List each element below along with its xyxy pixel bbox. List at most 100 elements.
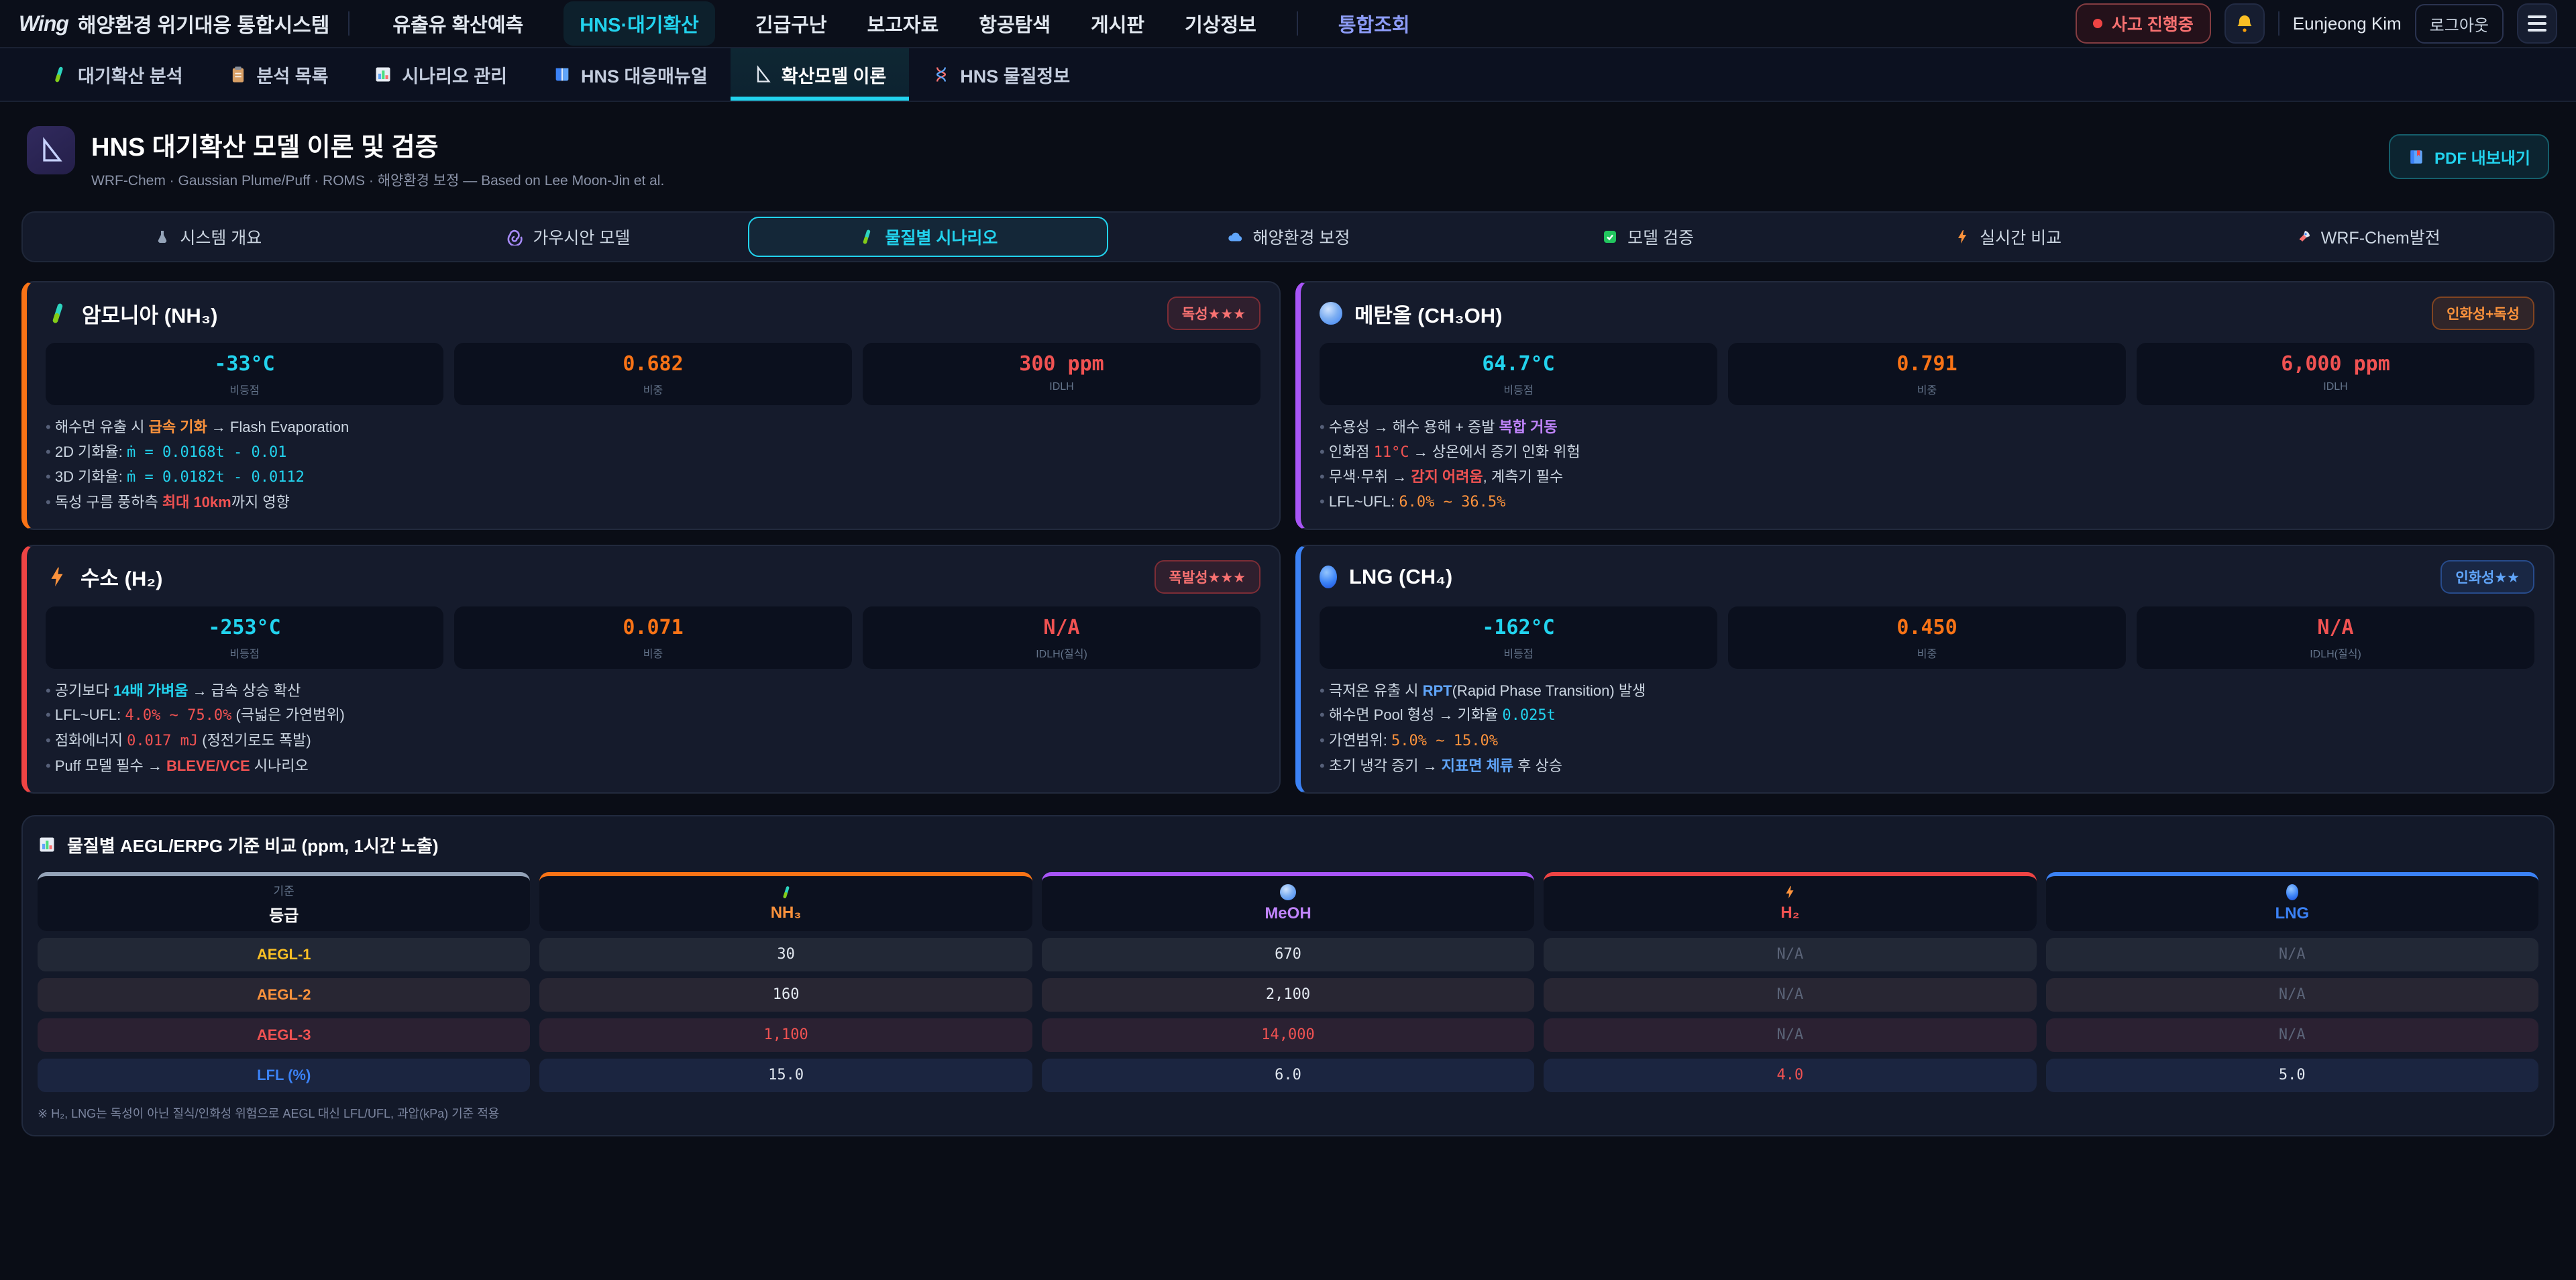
brand: Wing 해양환경 위기대응 통합시스템 [19, 9, 329, 38]
lng-orb-icon [1320, 566, 1337, 588]
cell-value: N/A [2046, 938, 2538, 971]
subtab-analysis-list[interactable]: 분석 목록 [206, 48, 352, 101]
bullet-item: 해수면 유출 시 급속 기화 → Flash Evaporation [46, 417, 1260, 437]
set-square-icon [753, 65, 772, 84]
test-tube-icon [50, 65, 68, 84]
cell-value: 4.0 [1544, 1059, 2036, 1092]
card-ammonia: 암모니아 (NH₃) 독성★★★ -33°C비등점 0.682비중 300 pp… [21, 281, 1281, 530]
top-navbar: Wing 해양환경 위기대응 통합시스템 유출유 확산예측 HNS·대기확산 긴… [0, 0, 2576, 48]
sub-navbar: 대기확산 분석 분석 목록 시나리오 관리 HNS 대응매뉴얼 확산모델 이론 … [0, 48, 2576, 102]
subtab-diffusion-model-theory[interactable]: 확산모델 이론 [731, 48, 910, 101]
bullet-item: 수용성 → 해수 용해 + 증발 복합 거동 [1320, 417, 2534, 437]
flask-icon [154, 229, 170, 245]
app-root: Wing 해양환경 위기대응 통합시스템 유출유 확산예측 HNS·대기확산 긴… [0, 0, 2576, 1280]
header-lng: LNG [2046, 872, 2538, 931]
main-menu: 유출유 확산예측 HNS·대기확산 긴급구난 보고자료 항공탐색 게시판 기상정… [392, 1, 1409, 46]
bullet-item: LFL~UFL: 6.0% ~ 36.5% [1320, 492, 2534, 513]
tab-wrf-chem-advancement[interactable]: WRF-Chem발전 [2188, 217, 2548, 257]
hazard-badge: 인화성+독성 [2432, 297, 2534, 330]
bullet-item: 점화에너지 0.017 mJ (정전기로도 폭발) [46, 731, 1260, 751]
stat-specific-gravity: 0.450비중 [1728, 606, 2126, 669]
table-row-lfl: LFL (%) 15.0 6.0 4.0 5.0 [38, 1059, 2538, 1092]
menu-button[interactable] [2517, 3, 2557, 44]
molecule-orb-icon [1320, 302, 1342, 325]
cell-value: N/A [2046, 1018, 2538, 1052]
book-icon [553, 65, 572, 84]
table-header-row: 기준 등급 NH₃ MeOH H₂ LNG [38, 872, 2538, 931]
spiral-icon [506, 228, 523, 246]
bullet-item: 해수면 Pool 형성 → 기화율 0.025t [1320, 705, 2534, 726]
lightning-icon [1782, 885, 1797, 900]
lightning-icon [1954, 229, 1970, 245]
nav-item-emergency[interactable]: 긴급구난 [755, 9, 827, 38]
cloud-icon [1226, 228, 1244, 246]
nav-item-hns-diffusion[interactable]: HNS·대기확산 [564, 1, 715, 46]
header-h2: H₂ [1544, 872, 2036, 931]
stat-idlh: N/AIDLH(질식) [2137, 606, 2534, 669]
tab-gaussian-model[interactable]: 가우시안 모델 [388, 217, 749, 257]
pdf-export-button[interactable]: PDF 내보내기 [2389, 134, 2549, 179]
clipboard-icon [229, 65, 248, 84]
cell-value: 14,000 [1042, 1018, 1534, 1052]
stat-boiling-point: 64.7°C비등점 [1320, 343, 1717, 405]
cell-value: 6.0 [1042, 1059, 1534, 1092]
incident-status-badge: 사고 진행중 [2076, 3, 2211, 44]
tab-system-overview[interactable]: 시스템 개요 [28, 217, 388, 257]
page-title-block: HNS 대기확산 모델 이론 및 검증 WRF-Chem · Gaussian … [91, 126, 664, 190]
subtab-scenario-management[interactable]: 시나리오 관리 [351, 48, 530, 101]
header-meoh: MeOH [1042, 872, 1534, 931]
bullet-item: 초기 냉각 증기 → 지표면 체류 후 상승 [1320, 756, 2534, 776]
bar-chart-icon [374, 65, 392, 84]
table-title: 물질별 AEGL/ERPG 기준 비교 (ppm, 1시간 노출) [38, 833, 2538, 857]
table-row-aegl1: AEGL-1 30 670 N/A N/A [38, 938, 2538, 971]
bullet-item: 무색·무취 → 감지 어려움, 계측기 필수 [1320, 467, 2534, 487]
nav-right: 사고 진행중 Eunjeong Kim 로그아웃 [2076, 3, 2557, 44]
lightning-icon [46, 566, 68, 588]
tab-marine-environment-correction[interactable]: 해양환경 보정 [1108, 217, 1468, 257]
test-tube-icon [779, 885, 794, 900]
table-row-aegl2: AEGL-2 160 2,100 N/A N/A [38, 978, 2538, 1012]
notifications-button[interactable] [2224, 3, 2265, 44]
tab-substance-scenarios[interactable]: 물질별 시나리오 [748, 217, 1108, 257]
logout-button[interactable]: 로그아웃 [2415, 4, 2504, 44]
cell-value: 30 [539, 938, 1032, 971]
hazard-badge: 인화성★★ [2440, 560, 2534, 594]
bullet-item: 3D 기화율: ṁ = 0.0182t - 0.0112 [46, 467, 1260, 488]
hazard-badge: 폭발성★★★ [1155, 560, 1260, 594]
table-footnote: ※ H₂, LNG는 독성이 아닌 질식/인화성 위험으로 AEGL 대신 LF… [38, 1104, 2538, 1122]
nav-item-board[interactable]: 게시판 [1091, 9, 1144, 38]
nav-item-weather[interactable]: 기상정보 [1185, 9, 1256, 38]
nav-item-oil-spill[interactable]: 유출유 확산예측 [392, 9, 523, 38]
cell-value: N/A [2046, 978, 2538, 1012]
cell-value: 1,100 [539, 1018, 1032, 1052]
tab-model-validation[interactable]: 모델 검증 [1468, 217, 1828, 257]
page-header: HNS 대기확산 모델 이론 및 검증 WRF-Chem · Gaussian … [0, 102, 2576, 203]
card-lng: LNG (CH₄) 인화성★★ -162°C비등점 0.450비중 N/AIDL… [1295, 545, 2555, 794]
header-criteria: 기준 등급 [38, 872, 530, 931]
cell-value: 5.0 [2046, 1059, 2538, 1092]
hazard-badge: 독성★★★ [1167, 297, 1260, 330]
cell-value: 670 [1042, 938, 1534, 971]
stat-idlh: 6,000 ppmIDLH [2137, 343, 2534, 405]
cell-value: 160 [539, 978, 1032, 1012]
table-row-aegl3: AEGL-3 1,100 14,000 N/A N/A [38, 1018, 2538, 1052]
stat-boiling-point: -162°C비등점 [1320, 606, 1717, 669]
bullet-item: 극저온 유출 시 RPT(Rapid Phase Transition) 발생 [1320, 681, 2534, 701]
header-nh3: NH₃ [539, 872, 1032, 931]
stat-idlh: N/AIDLH(질식) [863, 606, 1260, 669]
dna-icon [932, 65, 951, 84]
pdf-book-icon [2408, 148, 2425, 166]
subtab-hns-manual[interactable]: HNS 대응매뉴얼 [530, 48, 731, 101]
bell-icon [2234, 13, 2255, 34]
nav-item-integrated-search[interactable]: 통합조회 [1338, 9, 1410, 38]
tab-realtime-comparison[interactable]: 실시간 비교 [1828, 217, 2188, 257]
nav-item-reports[interactable]: 보고자료 [867, 9, 939, 38]
bullet-item: 2D 기화율: ṁ = 0.0168t - 0.01 [46, 442, 1260, 463]
subtab-diffusion-analysis[interactable]: 대기확산 분석 [27, 48, 206, 101]
substance-name: 수소 (H₂) [80, 562, 162, 592]
substance-name: LNG (CH₄) [1349, 565, 1452, 589]
subtab-hns-substance-info[interactable]: HNS 물질정보 [909, 48, 1093, 101]
section-tabs: 시스템 개요 가우시안 모델 물질별 시나리오 해양환경 보정 모델 검증 실시… [21, 211, 2555, 262]
nav-item-aerial-search[interactable]: 항공탐색 [979, 9, 1051, 38]
cell-value: N/A [1544, 938, 2036, 971]
